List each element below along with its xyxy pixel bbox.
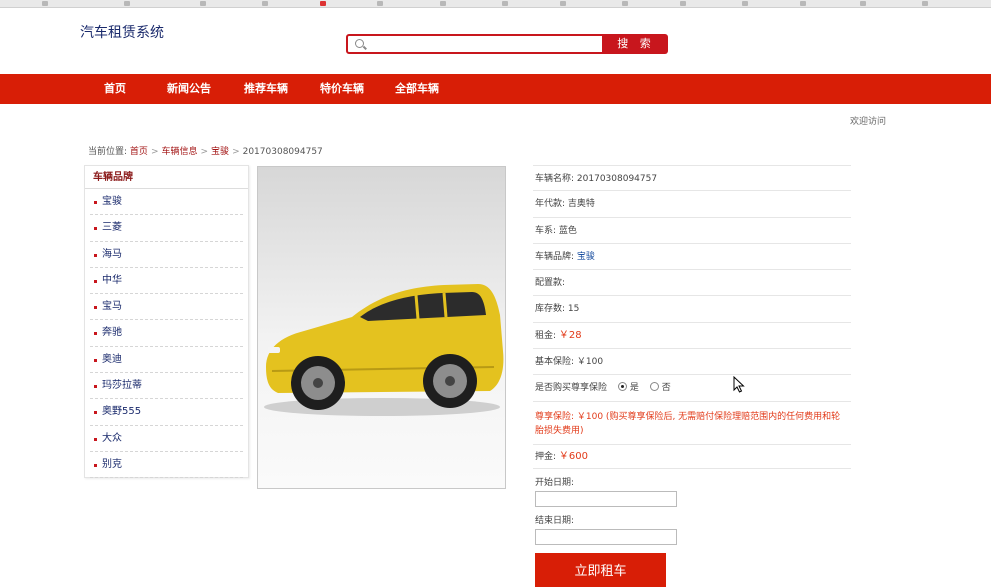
nav-all-cars[interactable]: 全部车辆 xyxy=(395,74,439,104)
detail-stock-row: 库存数: 15 xyxy=(533,296,851,323)
browser-toolbar-strip xyxy=(0,0,991,8)
premium-insurance-notice: 尊享保险: ￥100 (购买尊享保险后, 无需赔付保险理赔范围内的任何费用和轮胎… xyxy=(533,402,851,445)
cursor-icon xyxy=(733,376,745,393)
end-date-input[interactable] xyxy=(535,528,677,545)
sidebar-item-brand[interactable]: 别克 xyxy=(90,452,243,479)
sidebar-item-brand[interactable]: 奔驰 xyxy=(90,320,243,347)
search-icon xyxy=(355,39,364,48)
brand-list: 宝骏 三菱 海马 中华 宝马 奔驰 奥迪 玛莎拉蒂 奥野555 大众 别克 xyxy=(85,189,248,479)
brand-sidebar: 车辆品牌 宝骏 三菱 海马 中华 宝马 奔驰 奥迪 玛莎拉蒂 奥野555 大众 … xyxy=(84,165,249,479)
nav-recommended-cars[interactable]: 推荐车辆 xyxy=(244,74,288,104)
detail-brand-row: 车辆品牌: 宝骏 xyxy=(533,244,851,271)
insurance-question: 是否购买尊享保险 xyxy=(535,383,608,394)
breadcrumb-brand[interactable]: 宝骏 xyxy=(211,147,229,157)
welcome-text: 欢迎访问 xyxy=(850,117,887,127)
sidebar-item-brand[interactable]: 三菱 xyxy=(90,215,243,242)
detail-label: 年代款: xyxy=(535,199,566,210)
car-image xyxy=(264,284,504,416)
detail-value: 吉奥特 xyxy=(567,199,595,210)
detail-config-row: 配置款: xyxy=(533,270,851,297)
detail-label: 车系: xyxy=(535,225,557,236)
detail-value: 15 xyxy=(567,304,580,315)
detail-model-year-row: 年代款: 吉奥特 xyxy=(533,191,851,218)
detail-value: 蓝色 xyxy=(558,225,577,236)
sidebar-item-brand[interactable]: 玛莎拉蒂 xyxy=(90,373,243,400)
insurance-yes-radio[interactable] xyxy=(617,382,627,392)
insurance-no-radio[interactable] xyxy=(649,382,659,392)
sidebar-item-brand[interactable]: 大众 xyxy=(90,426,243,452)
insurance-yes-label: 是 xyxy=(629,383,639,394)
breadcrumb-prefix: 当前位置: xyxy=(88,147,128,157)
breadcrumb: 当前位置: 首页 > 车辆信息 > 宝骏 >20170308094757 xyxy=(88,147,323,157)
sidebar-item-brand[interactable]: 海马 xyxy=(90,242,243,268)
nav-home[interactable]: 首页 xyxy=(104,74,126,104)
detail-label: 配置款: xyxy=(535,278,566,289)
insurance-no-label: 否 xyxy=(661,383,671,394)
breadcrumb-home[interactable]: 首页 xyxy=(130,147,148,157)
detail-value: 20170308094757 xyxy=(576,174,658,184)
rent-price: ￥28 xyxy=(558,329,582,341)
deposit-row: 押金: ￥600 xyxy=(533,445,851,469)
detail-label: 租金: xyxy=(535,330,557,341)
detail-label: 车辆名称: xyxy=(535,174,575,184)
sidebar-item-brand[interactable]: 宝骏 xyxy=(90,189,243,216)
sidebar-title: 车辆品牌 xyxy=(85,166,248,189)
deposit-label: 押金: xyxy=(535,451,557,462)
start-date-input[interactable] xyxy=(535,490,677,507)
sidebar-item-brand[interactable]: 宝马 xyxy=(90,294,243,321)
deposit-price: ￥600 xyxy=(558,450,589,462)
search-input[interactable] xyxy=(370,37,600,52)
detail-value: ￥100 xyxy=(576,357,604,368)
detail-rent-row: 租金: ￥28 xyxy=(533,323,851,350)
rent-now-button[interactable]: 立即租车 xyxy=(535,553,666,587)
breadcrumb-current: 20170308094757 xyxy=(242,147,323,157)
main-nav: 首页 新闻公告 推荐车辆 特价车辆 全部车辆 xyxy=(0,74,991,104)
detail-basic-insurance-row: 基本保险: ￥100 xyxy=(533,349,851,376)
start-date-label: 开始日期: xyxy=(535,477,575,488)
detail-series-row: 车系: 蓝色 xyxy=(533,218,851,244)
end-date-label: 结束日期: xyxy=(535,515,575,526)
nav-news[interactable]: 新闻公告 xyxy=(167,74,211,104)
breadcrumb-car-info[interactable]: 车辆信息 xyxy=(161,147,197,157)
detail-brand-link[interactable]: 宝骏 xyxy=(577,252,595,262)
detail-label: 库存数: xyxy=(535,304,566,315)
detail-name-row: 车辆名称: 20170308094757 xyxy=(533,165,851,192)
sidebar-item-brand[interactable]: 奥野555 xyxy=(90,399,243,426)
site-title: 汽车租赁系统 xyxy=(80,25,164,41)
detail-label: 车辆品牌: xyxy=(535,251,575,262)
search-box[interactable] xyxy=(346,34,604,54)
nav-special-price-cars[interactable]: 特价车辆 xyxy=(320,74,364,104)
detail-label: 基本保险: xyxy=(535,357,575,368)
car-photo xyxy=(257,166,506,489)
car-details: 车辆名称: 20170308094757 年代款: 吉奥特 车系: 蓝色 车辆品… xyxy=(533,165,851,545)
insurance-choice-row: 是否购买尊享保险 是 否 xyxy=(533,375,851,402)
search-button[interactable]: 搜 索 xyxy=(604,34,668,54)
sidebar-item-brand[interactable]: 奥迪 xyxy=(90,347,243,374)
sidebar-item-brand[interactable]: 中华 xyxy=(90,268,243,295)
